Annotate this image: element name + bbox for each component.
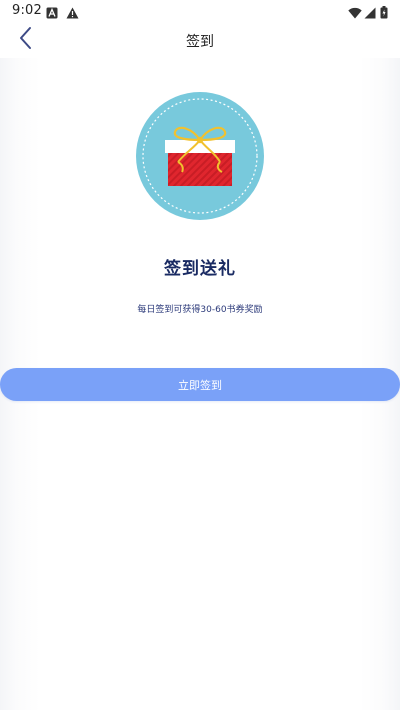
status-time: 9:02 xyxy=(12,3,42,18)
battery-icon xyxy=(380,4,388,23)
checkin-button[interactable]: 立即签到 xyxy=(0,368,400,401)
warning-icon xyxy=(66,4,79,23)
checkin-content: 签到送礼 每日签到可获得30-60书券奖励 立即签到 xyxy=(0,58,400,710)
reward-description: 每日签到可获得30-60书券奖励 xyxy=(137,305,263,315)
signal-icon xyxy=(364,4,376,23)
status-bar: 9:02 xyxy=(0,0,400,22)
wifi-icon xyxy=(348,4,362,23)
gift-box-icon xyxy=(134,90,266,222)
headline: 签到送礼 xyxy=(164,259,236,279)
page-title: 签到 xyxy=(186,34,214,50)
a-badge-icon xyxy=(46,4,58,23)
nav-bar: 签到 xyxy=(0,22,400,58)
